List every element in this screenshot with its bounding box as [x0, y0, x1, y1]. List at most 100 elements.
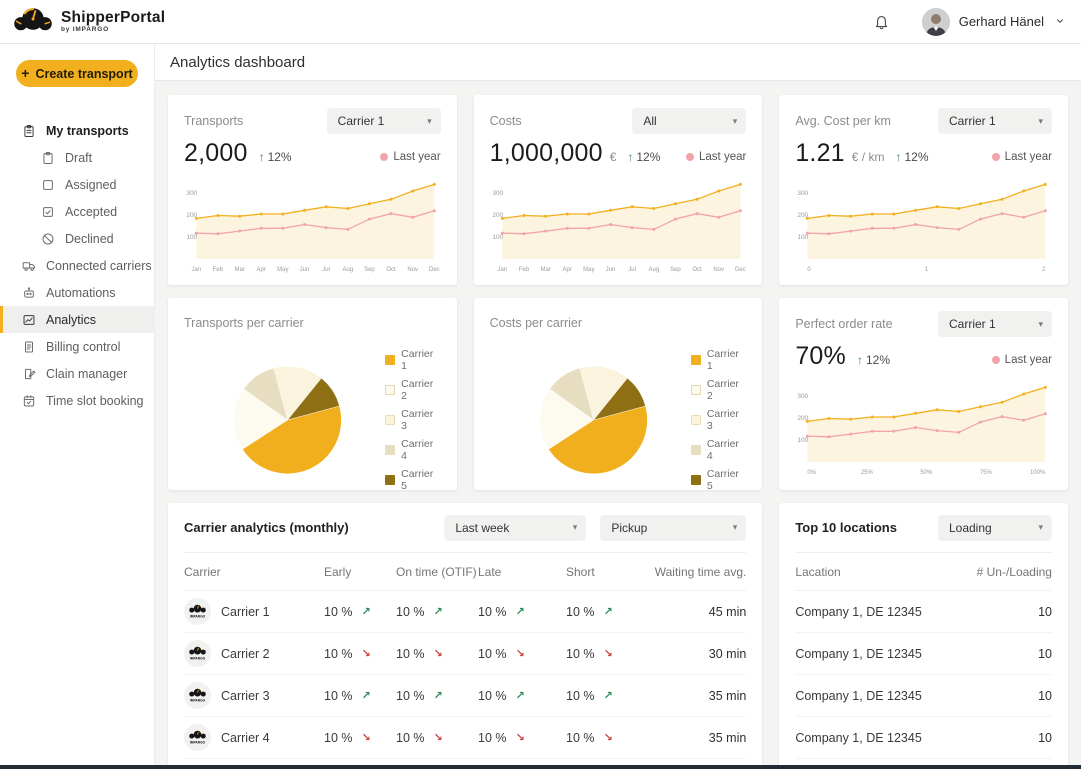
- sidebar-item-analytics[interactable]: Analytics: [0, 306, 154, 333]
- value-row: 1,000,000€↑12%Last year: [490, 139, 747, 168]
- bell-icon[interactable]: [868, 8, 896, 36]
- carrier-filter-select[interactable]: Carrier 1▾: [938, 311, 1052, 337]
- sidebar-item-automations[interactable]: Automations: [0, 279, 154, 306]
- column-header-unloading: # Un-/Loading: [977, 565, 1052, 579]
- sidebar-item-label: Draft: [65, 151, 92, 165]
- pie-wrap: Carrier 1Carrier 2Carrier 3Carrier 4Carr…: [184, 348, 441, 490]
- card-head: Perfect order rateCarrier 1▾: [795, 311, 1052, 337]
- svg-text:0: 0: [808, 267, 812, 273]
- svg-text:IMPARGO: IMPARGO: [190, 741, 206, 745]
- legend-label: Carrier 2: [707, 378, 746, 402]
- trend-up-icon: ↗: [516, 689, 525, 702]
- arrow-up-icon: ↑: [895, 150, 901, 164]
- sidebar-item-my-transports[interactable]: My transports: [0, 117, 154, 144]
- trend-down-icon: ↘: [434, 647, 443, 660]
- legend-swatch-icon: [385, 475, 395, 485]
- sidebar-item-draft[interactable]: Draft: [0, 144, 154, 171]
- legend-dot-icon: [380, 153, 388, 161]
- app-header: ShipperPortal by IMPARGO Gerhard Hänel: [0, 0, 1081, 44]
- sidebar-item-time-slot-booking[interactable]: Time slot booking: [0, 387, 154, 414]
- trend-down-icon: ↘: [362, 647, 371, 660]
- legend-item: Carrier 5: [691, 468, 746, 490]
- pickup-select[interactable]: Pickup▾: [600, 515, 746, 541]
- sidebar-item-billing-control[interactable]: Billing control: [0, 333, 154, 360]
- legend-swatch-icon: [385, 445, 395, 455]
- caret-down-icon: ▾: [427, 116, 432, 127]
- line-chart: 1002003000%25%50%75%100%: [795, 375, 1052, 479]
- claim-icon: [21, 366, 36, 381]
- metric-value: 10 %: [478, 605, 507, 619]
- trend-down-icon: ↘: [604, 647, 613, 660]
- metric-value: 10 %: [566, 647, 595, 661]
- billing-icon: [21, 339, 36, 354]
- sidebar-item-connected-carriers[interactable]: Connected carriers: [0, 252, 154, 279]
- legend-label: Last year: [1005, 354, 1052, 366]
- legend-swatch-icon: [691, 415, 701, 425]
- caret-down-icon: ▾: [733, 116, 738, 127]
- svg-text:1: 1: [925, 267, 929, 273]
- svg-text:Apr: Apr: [562, 267, 571, 273]
- sidebar-item-label: Accepted: [65, 205, 117, 219]
- legend-swatch-icon: [691, 385, 701, 395]
- svg-text:IMPARGO: IMPARGO: [190, 657, 206, 661]
- table-row: IMPARGOCarrier 210 %↘10 %↘10 %↘10 %↘30 m…: [184, 633, 746, 675]
- svg-text:Apr: Apr: [257, 267, 266, 273]
- chart-area: 100200300012: [795, 172, 1052, 276]
- column-header-on-time-otif: On time (OTIF): [396, 565, 478, 579]
- period-select[interactable]: Last week▾: [444, 515, 586, 541]
- metric-cell-early: 10 %↗: [324, 689, 396, 703]
- metric-value: 1.21: [795, 139, 844, 168]
- svg-text:75%: 75%: [980, 470, 993, 476]
- waiting-time-cell: 45 min: [646, 605, 746, 619]
- column-header-location: Lacation: [795, 565, 976, 579]
- carrier-filter-select[interactable]: All▾: [632, 108, 746, 134]
- user-menu[interactable]: Gerhard Hänel: [922, 8, 1065, 36]
- svg-text:Nov: Nov: [407, 267, 418, 273]
- arrow-up-icon: ↑: [259, 150, 265, 164]
- legend-dot-icon: [686, 153, 694, 161]
- metric-value: 1,000,000: [490, 139, 603, 168]
- metric-cell-ontime: 10 %↗: [396, 689, 478, 703]
- legend-label: Carrier 4: [401, 438, 440, 462]
- svg-text:300: 300: [798, 190, 809, 197]
- carrier-filter-select[interactable]: Carrier 1▾: [938, 108, 1052, 134]
- sidebar-item-declined[interactable]: Declined: [0, 225, 154, 252]
- svg-text:100%: 100%: [1030, 470, 1046, 476]
- svg-text:Jan: Jan: [497, 267, 507, 273]
- dropdown-value: Pickup: [611, 521, 647, 535]
- page-title: Analytics dashboard: [170, 54, 305, 71]
- location-name: Company 1, DE 12345: [795, 605, 1038, 619]
- value-row: 2,000↑12%Last year: [184, 139, 441, 168]
- card-title: Transports per carrier: [184, 316, 304, 330]
- sidebar-item-assigned[interactable]: Assigned: [0, 171, 154, 198]
- column-header-short: Short: [566, 565, 646, 579]
- svg-text:100: 100: [492, 234, 503, 241]
- sidebar-item-clain-manager[interactable]: Clain manager: [0, 360, 154, 387]
- impargo-carrier-avatar: IMPARGO: [184, 682, 211, 709]
- sidebar-item-label: Declined: [65, 232, 114, 246]
- loading-select[interactable]: Loading▾: [938, 515, 1052, 541]
- metric-cell-late: 10 %↘: [478, 731, 566, 745]
- legend-label: Carrier 2: [401, 378, 440, 402]
- legend-label: Carrier 1: [401, 348, 440, 372]
- sidebar-item-accepted[interactable]: Accepted: [0, 198, 154, 225]
- svg-text:25%: 25%: [861, 470, 874, 476]
- metric-value: 10 %: [478, 689, 507, 703]
- carrier-cell: IMPARGOCarrier 4: [184, 724, 324, 751]
- create-transport-button[interactable]: + Create transport: [16, 60, 138, 87]
- dropdown-value: Carrier 1: [338, 114, 385, 128]
- sidebar-nav: My transports Draft Assigned Accepted Declin…: [0, 117, 154, 414]
- svg-text:Oct: Oct: [692, 267, 702, 273]
- carrier-filter-select[interactable]: Carrier 1 ▾: [327, 108, 441, 134]
- value-row: 70%↑12%Last year: [795, 342, 1052, 371]
- svg-text:Sep: Sep: [364, 267, 375, 273]
- sidebar-item-label: Billing control: [46, 340, 120, 354]
- table-row: IMPARGOCarrier 110 %↗10 %↗10 %↗10 %↗45 m…: [184, 591, 746, 633]
- metric-cell-ontime: 10 %↘: [396, 647, 478, 661]
- metric-cell-short: 10 % ↘: [566, 647, 646, 661]
- trend-up-icon: ↗: [434, 689, 443, 702]
- legend-item: Carrier 1: [691, 348, 746, 372]
- checkbox-checked-icon: [40, 204, 55, 219]
- dropdown-value: Loading: [949, 521, 992, 535]
- legend-item: Carrier 2: [385, 378, 440, 402]
